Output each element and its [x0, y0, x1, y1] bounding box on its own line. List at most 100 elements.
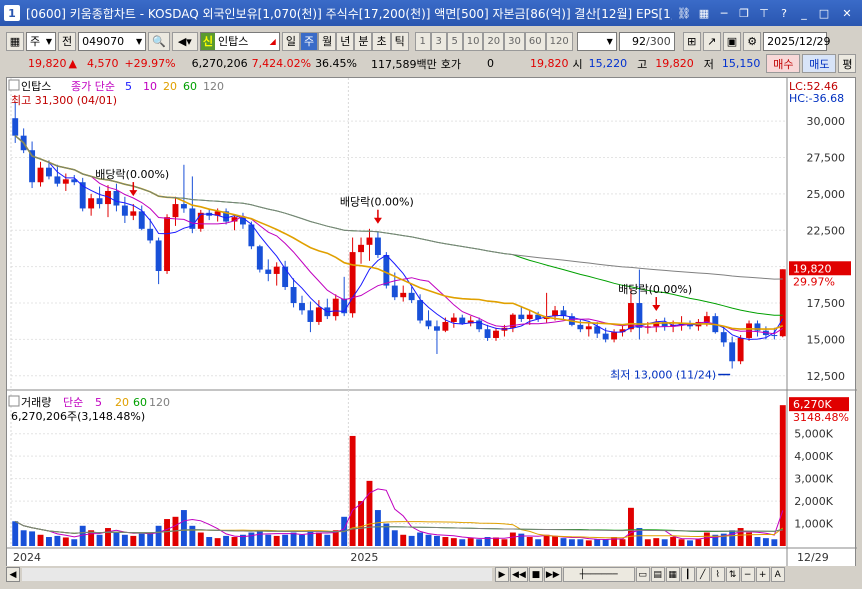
chart-area[interactable]: 30,00027,50025,00022,50020,00017,50015,0…	[6, 77, 857, 568]
volume-legend-series: 단순	[63, 396, 83, 409]
quote-label: 호가	[440, 57, 461, 71]
window-max-icon[interactable]: □	[816, 5, 832, 21]
volume-bar	[644, 539, 651, 546]
search-button[interactable]: 🔍	[148, 31, 170, 51]
interval-tab-60[interactable]: 60	[524, 31, 546, 51]
volume-bar	[762, 538, 769, 546]
eval-button[interactable]: 평	[838, 54, 857, 73]
chart-toolbar: ▦ 주 ▼ 전 049070 ▼ 🔍 ◀▾ 신 인탑스 ◢ 일주월년분초틱 1351…	[0, 30, 862, 52]
interval-select[interactable]: ▼	[576, 31, 617, 51]
volume-bar	[366, 480, 373, 546]
interval-tab-10[interactable]: 10	[462, 31, 484, 51]
volume-bar	[771, 539, 778, 546]
interval-tab-5[interactable]: 5	[446, 31, 463, 51]
dividend-label: 배당락(0.00%)	[618, 283, 692, 296]
scroll-right-icon[interactable]: ▶	[495, 567, 509, 582]
count-input[interactable]: 92/300	[618, 31, 675, 51]
period-tab-3[interactable]: 년	[336, 31, 355, 51]
period-tab-0[interactable]: 일	[281, 31, 300, 51]
split-icon[interactable]: ▭	[635, 567, 650, 582]
volume-bar	[138, 533, 145, 546]
volume-bar	[434, 535, 440, 546]
candle-body	[121, 205, 128, 216]
price-legend-series: 종가 단순	[71, 80, 115, 93]
forward-icon[interactable]: ▶▶	[543, 567, 562, 582]
sound-button[interactable]: ◀▾	[171, 31, 198, 51]
volume-bar	[653, 538, 660, 546]
volume-bar	[121, 534, 128, 546]
high-label: 고	[637, 57, 648, 71]
stop-icon[interactable]: ■	[528, 567, 543, 582]
table-view-icon[interactable]: ▦	[665, 567, 680, 582]
table-icon[interactable]: ▦	[696, 5, 712, 21]
volume-bar	[273, 535, 280, 546]
buy-button[interactable]: 매수	[766, 54, 801, 73]
help-icon[interactable]: ?	[776, 5, 792, 21]
interval-tab-3[interactable]: 3	[430, 31, 447, 51]
candle-body	[315, 307, 322, 322]
layout-icon[interactable]: ▤	[650, 567, 665, 582]
interval-tab-1[interactable]: 1	[414, 31, 431, 51]
candle-type-icon[interactable]: ┃	[680, 567, 695, 582]
zoom-in-icon[interactable]: +	[755, 567, 770, 582]
interval-tab-120[interactable]: 120	[545, 31, 573, 51]
stock-code-input[interactable]: 049070 ▼	[78, 31, 147, 51]
interval-tabs: 1 3 5 10 20 30 60 120	[414, 31, 573, 51]
moving-averages	[14, 135, 784, 340]
close-icon[interactable]: ✕	[836, 5, 858, 21]
volume-bar	[282, 534, 289, 546]
app-icon: 1	[4, 5, 20, 21]
trend-button[interactable]: ↗	[702, 31, 721, 51]
date-input[interactable]: 2025/12/29	[763, 31, 831, 51]
volume-bar	[96, 534, 103, 546]
volume-bar	[552, 535, 558, 546]
zoom-slider[interactable]: ┼──────	[562, 567, 635, 582]
prev-button[interactable]: 전	[58, 31, 77, 51]
stock-name-field[interactable]: 신 인탑스 ◢	[199, 31, 280, 51]
period-tab-6[interactable]: 틱	[390, 31, 409, 51]
candle-body	[307, 310, 314, 322]
volume-bar	[105, 528, 111, 546]
volume-bar	[130, 535, 137, 546]
pin-icon[interactable]: ⊤	[756, 5, 772, 21]
period-tab-1[interactable]: 주	[299, 31, 319, 51]
sell-button[interactable]: 매도	[802, 54, 837, 73]
period-tab-4[interactable]: 분	[354, 31, 373, 51]
window-min-icon[interactable]: _	[796, 5, 812, 21]
interval-tab-30[interactable]: 30	[504, 31, 525, 51]
period-select[interactable]: 주 ▼	[26, 31, 56, 51]
candle-body	[138, 211, 145, 229]
zoom-out-icon[interactable]: −	[740, 567, 755, 582]
font-size-icon[interactable]: A	[770, 567, 785, 582]
rewind-icon[interactable]: ◀◀	[510, 567, 528, 582]
scroll-track[interactable]	[22, 568, 492, 581]
indicator-button[interactable]: ⊞	[682, 31, 701, 51]
link-icon[interactable]: ⛓	[676, 5, 692, 21]
volume-text: 6,270,206주(3,148.48%)	[11, 410, 145, 423]
menu-grid-button[interactable]: ▦	[6, 31, 24, 51]
scroll-left-icon[interactable]: ◀	[6, 567, 20, 582]
interval-tab-20[interactable]: 20	[483, 31, 505, 51]
period-tab-2[interactable]: 월	[318, 31, 337, 51]
dividend-arrow-head-icon	[652, 305, 661, 312]
open-price: 15,220	[588, 57, 628, 70]
period-tab-5[interactable]: 초	[372, 31, 391, 51]
minimize-icon[interactable]: ─	[716, 5, 732, 21]
candle-body	[425, 320, 432, 327]
line-type-icon[interactable]: ╱	[695, 567, 710, 582]
compare-icon[interactable]: ⇅	[725, 567, 740, 582]
volume-bar	[518, 533, 525, 546]
chart-scrollbar[interactable]: ◀ ▶ ◀◀ ■ ▶▶ ┼────── ▭ ▤ ▦ ┃ ╱ ⌇ ⇅ − + A	[6, 566, 856, 583]
stock-code-value: 049070	[82, 34, 125, 48]
dividend-arrow-head-icon	[129, 190, 138, 197]
draw-icon[interactable]: ⌇	[710, 567, 725, 582]
candle-body	[611, 332, 618, 340]
save-button[interactable]: ▣	[722, 31, 742, 51]
chart-svg[interactable]: 30,00027,50025,00022,50020,00017,50015,0…	[7, 78, 857, 568]
chevron-down-icon: ▼	[135, 36, 143, 46]
candle-body	[374, 237, 381, 256]
settings-button[interactable]: ⚙	[743, 31, 762, 51]
restore-icon[interactable]: ❐	[736, 5, 752, 21]
price-change: 4,570	[86, 57, 119, 70]
dividend-label: 배당락(0.00%)	[340, 196, 414, 209]
